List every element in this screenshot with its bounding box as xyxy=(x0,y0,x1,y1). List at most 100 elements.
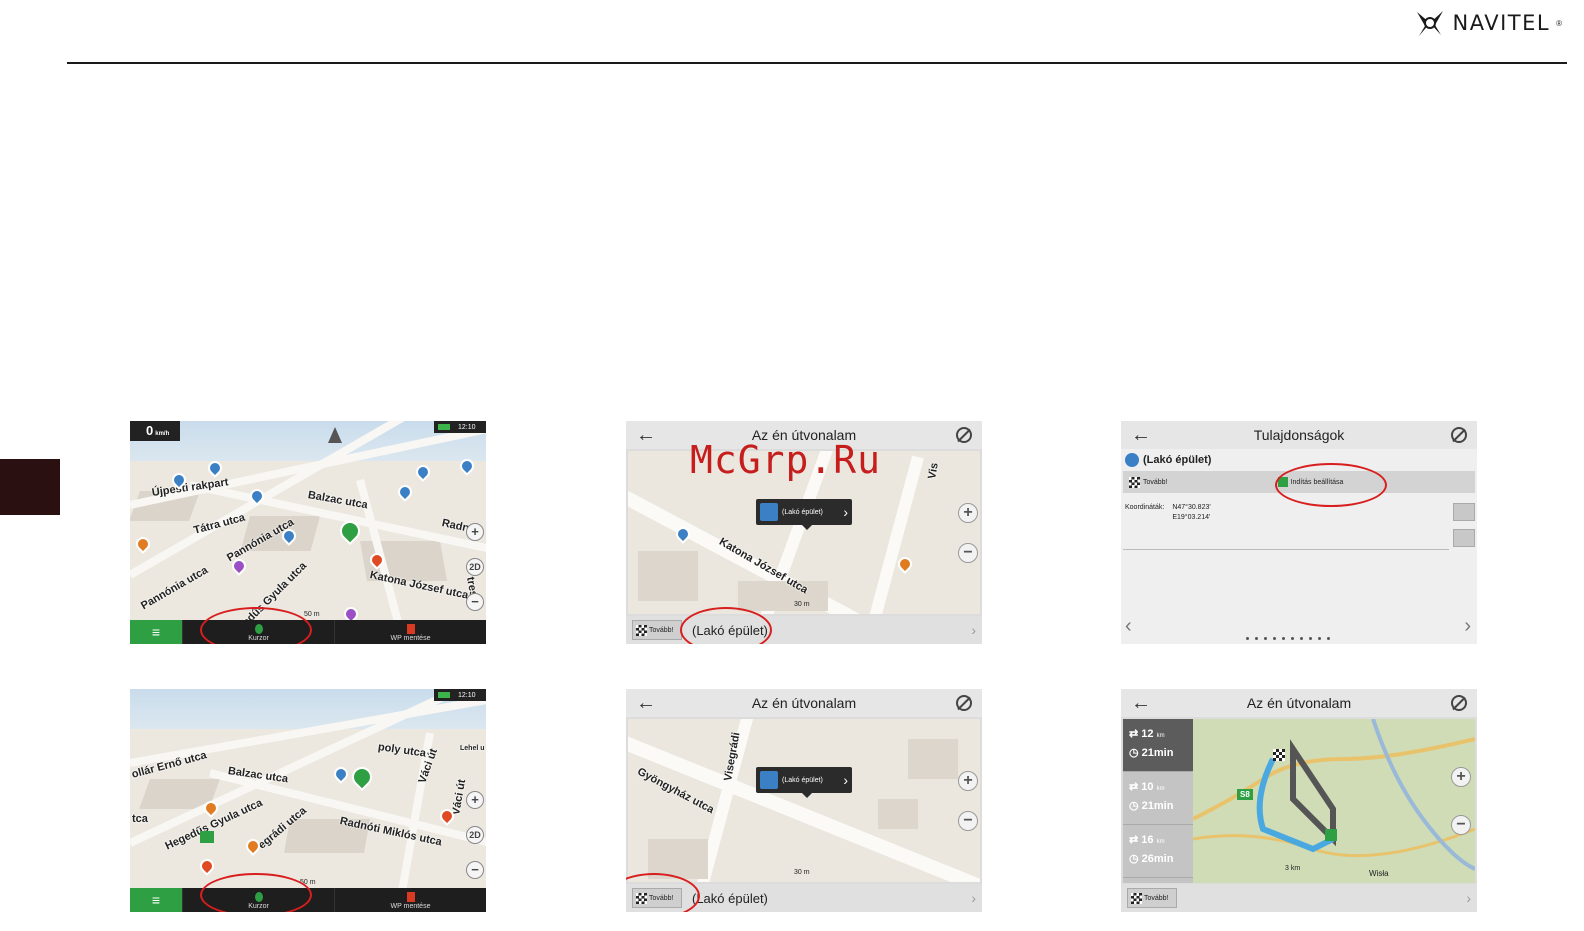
properties-screenshot: ← Tulajdonságok (Lakó épület) Tovább! In… xyxy=(1121,421,1477,644)
home-icon xyxy=(760,503,778,521)
route-lines xyxy=(1193,719,1475,871)
poi-pin-icon[interactable] xyxy=(895,554,915,574)
view-mode-button[interactable]: 2D xyxy=(466,558,484,576)
menu-button[interactable]: ≡ xyxy=(130,620,182,644)
zoom-in-button[interactable]: + xyxy=(466,523,484,541)
coordinates: Koordináták: N47°30.823' E19°03.214' xyxy=(1125,503,1211,523)
no-route-icon[interactable] xyxy=(1451,695,1467,711)
zoom-in-button[interactable]: + xyxy=(958,771,978,791)
route-options-screenshot: ← Az én útvonalam ⇄ 12 km ◷ 21min ⇄ 10 k… xyxy=(1121,689,1477,912)
finish-flag-icon xyxy=(1273,749,1285,761)
object-name: (Lakó épület) xyxy=(1125,453,1211,467)
start-flag-icon[interactable] xyxy=(200,831,214,843)
house-icon xyxy=(1125,453,1139,467)
back-arrow-icon[interactable]: ← xyxy=(1131,692,1151,715)
title-bar: ← Tulajdonságok xyxy=(1121,421,1477,449)
header-rule xyxy=(67,62,1567,64)
save-waypoint-button[interactable]: WP mentése xyxy=(334,620,486,644)
building-block xyxy=(908,739,958,779)
destination-label: (Lakó épület) xyxy=(692,890,768,906)
map-scale: 3 km xyxy=(1285,865,1301,872)
screen-title: Az én útvonalam xyxy=(751,695,857,711)
building-block xyxy=(738,581,828,611)
continue-button[interactable]: Tovább! xyxy=(1127,888,1177,908)
navitel-emblem-icon xyxy=(1416,11,1443,36)
action-row: Tovább! › xyxy=(1121,884,1477,912)
location-popup[interactable]: (Lakó épület) › xyxy=(756,499,852,530)
map-screenshot-1: 0 km/h 12:10 Újpesti rakpart Balzac utca … xyxy=(130,421,486,644)
zoom-out-button[interactable]: − xyxy=(1451,815,1471,835)
zoom-out-button[interactable]: − xyxy=(958,543,978,563)
route-options-list: ⇄ 12 km ◷ 21min ⇄ 10 km ◷ 21min ⇄ 16 km … xyxy=(1123,719,1193,883)
zoom-out-button[interactable]: − xyxy=(466,861,484,879)
zoom-out-button[interactable]: − xyxy=(958,811,978,831)
title-bar: ← Az én útvonalam xyxy=(1121,689,1477,717)
finish-flag-icon xyxy=(636,624,647,636)
building-block xyxy=(878,799,918,829)
street-label: tca xyxy=(132,813,148,825)
finish-flag-icon xyxy=(1129,476,1140,488)
continue-button[interactable]: Tovább! xyxy=(1129,476,1168,488)
route-screenshot-2: ← Az én útvonalam Gyöngyház utca Visegrá… xyxy=(626,689,982,912)
view-mode-button[interactable]: 2D xyxy=(466,826,484,844)
route-overview-map: S8 Wisła 3 km xyxy=(1193,719,1475,883)
longitude: E19°03.214' xyxy=(1172,514,1211,521)
status-bar: 12:10 xyxy=(434,689,486,701)
clock: 12:10 xyxy=(458,691,476,699)
compass-icon[interactable] xyxy=(328,427,342,443)
building-block xyxy=(638,551,698,601)
back-arrow-icon[interactable]: ← xyxy=(636,424,656,447)
coords-label: Koordináták: xyxy=(1125,504,1165,511)
finish-flag-icon xyxy=(1131,892,1142,904)
popup-label: (Lakó épület) xyxy=(782,776,823,784)
divider xyxy=(1123,549,1449,550)
chevron-right-icon: › xyxy=(1466,890,1471,906)
battery-icon xyxy=(438,692,450,698)
zoom-out-button[interactable]: − xyxy=(466,593,484,611)
highlight-ellipse xyxy=(1275,463,1387,507)
download-icon[interactable] xyxy=(1453,503,1475,521)
route-option[interactable]: ⇄ 10 km ◷ 21min xyxy=(1123,772,1193,825)
start-flag-icon xyxy=(1325,829,1337,841)
flag-icon xyxy=(406,624,415,634)
chevron-right-icon: › xyxy=(843,772,848,788)
watermark: McGrp.Ru xyxy=(690,438,882,482)
zoom-in-button[interactable]: + xyxy=(1451,767,1471,787)
page-dots xyxy=(1246,637,1330,640)
route-option[interactable]: ⇄ 16 km ◷ 26min xyxy=(1123,825,1193,878)
clock: 12:10 xyxy=(458,423,476,431)
battery-icon xyxy=(438,424,450,430)
route-option[interactable]: ⇄ 12 km ◷ 21min xyxy=(1123,719,1193,772)
location-popup[interactable]: (Lakó épület) › xyxy=(756,767,852,798)
save-waypoint-label: WP mentése xyxy=(390,635,431,642)
speed-indicator: 0 km/h xyxy=(130,421,180,441)
chevron-right-icon: › xyxy=(971,890,976,906)
highlight-ellipse xyxy=(200,873,312,912)
river-label: Wisła xyxy=(1369,869,1389,878)
latitude: N47°30.823' xyxy=(1172,504,1211,511)
continue-button[interactable]: Tovább! xyxy=(632,620,682,640)
save-waypoint-label: WP mentése xyxy=(390,903,431,910)
map-scale: 50 m xyxy=(304,611,320,618)
zoom-in-button[interactable]: + xyxy=(466,791,484,809)
navitel-logo: NAVITEL ® xyxy=(1413,6,1562,40)
screen-title: Az én útvonalam xyxy=(1246,695,1352,711)
next-page-icon[interactable]: › xyxy=(1464,615,1471,638)
prev-page-icon[interactable]: ‹ xyxy=(1125,615,1132,638)
menu-button[interactable]: ≡ xyxy=(130,888,182,912)
map-screenshot-2: 12:10 poly utca Balzac utca ollár Ernő u… xyxy=(130,689,486,912)
no-route-icon[interactable] xyxy=(956,695,972,711)
chevron-right-icon: › xyxy=(843,504,848,520)
map-scale: 30 m xyxy=(794,869,810,876)
no-route-icon[interactable] xyxy=(1451,427,1467,443)
no-route-icon[interactable] xyxy=(956,427,972,443)
brand-reg: ® xyxy=(1556,18,1562,28)
screen-title: Tulajdonságok xyxy=(1253,427,1345,443)
back-arrow-icon[interactable]: ← xyxy=(636,692,656,715)
send-sms-icon[interactable] xyxy=(1453,529,1475,547)
flat-map: Gyöngyház utca Visegrádi 30 m xyxy=(628,719,980,882)
save-waypoint-button[interactable]: WP mentése xyxy=(334,888,486,912)
back-arrow-icon[interactable]: ← xyxy=(1131,424,1151,447)
zoom-in-button[interactable]: + xyxy=(958,503,978,523)
street-label: Vis xyxy=(926,461,941,481)
